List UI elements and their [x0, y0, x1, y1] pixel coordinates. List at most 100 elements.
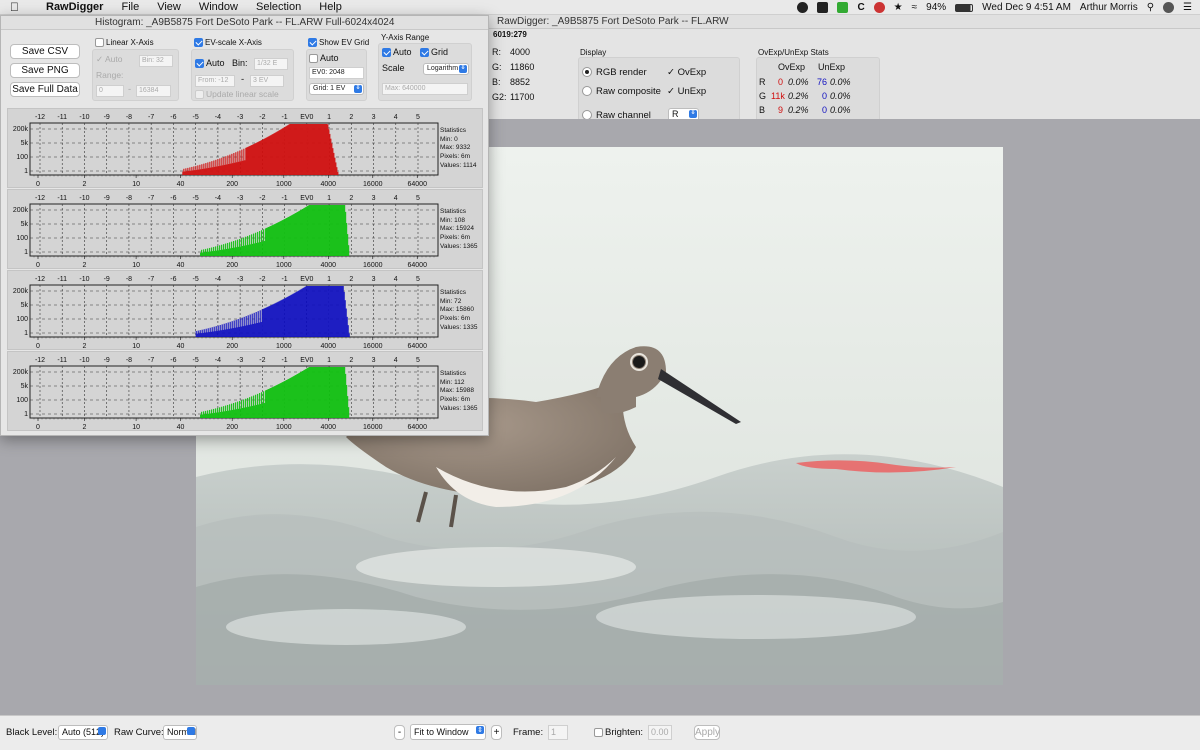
- ev-grid-auto-label: Auto: [320, 53, 339, 63]
- user-name[interactable]: Arthur Morris: [1080, 2, 1138, 13]
- status-app-icon[interactable]: [817, 2, 829, 13]
- linear-range-from[interactable]: 0: [96, 85, 124, 97]
- ovexp-label: OvExp: [677, 67, 707, 78]
- menu-selection[interactable]: Selection: [256, 1, 301, 13]
- histogram-panel-b[interactable]: -12 -11 -10 -9 -8 -7 -6 -5 -4 -3 -2 -1 EV0 1 2 3 4 5 200k 5…: [7, 270, 483, 350]
- linear-bin-field[interactable]: Bin: 32: [139, 55, 173, 67]
- histogram-bar: [301, 124, 303, 175]
- histogram-panel-g[interactable]: -12 -11 -10 -9 -8 -7 -6 -5 -4 -3 -2 -1 EV0 1 2 3 4 5 200k 5…: [7, 189, 483, 269]
- menu-help[interactable]: Help: [319, 1, 342, 13]
- main-window-title: RawDigger: _A9B5875 Fort DeSoto Park -- …: [497, 16, 729, 27]
- histogram-bar: [266, 307, 268, 337]
- ovexp-checkbox[interactable]: ✓ OvExp: [667, 67, 706, 78]
- ev-auto-checkbox[interactable]: Auto: [195, 58, 225, 69]
- linear-x-checkbox[interactable]: Linear X-Axis: [95, 38, 154, 48]
- stats-title: Statistics: [440, 127, 467, 134]
- menu-view[interactable]: View: [157, 1, 181, 13]
- x-tick-label: 10: [132, 424, 140, 431]
- battery-icon[interactable]: [955, 3, 974, 12]
- y-grid-checkbox[interactable]: Grid: [420, 47, 448, 58]
- histogram-bar: [316, 124, 318, 175]
- save-png-button[interactable]: Save PNG: [10, 63, 80, 78]
- clock[interactable]: Wed Dec 9 4:51 AM: [982, 2, 1071, 13]
- ev-grid-auto-checkbox[interactable]: Auto: [309, 53, 339, 64]
- bluetooth-icon[interactable]: ★: [894, 2, 903, 13]
- histogram-bar: [327, 286, 329, 337]
- y-max-field[interactable]: Max: 640000: [382, 83, 468, 95]
- control-center-icon[interactable]: [1163, 2, 1175, 13]
- ev-x-checkbox[interactable]: EV-scale X-Axis: [194, 38, 262, 48]
- histogram-bar: [245, 316, 247, 337]
- histogram-panel-r[interactable]: -12 -11 -10 -9 -8 -7 -6 -5 -4 -3 -2 -1 EV0 1 2 3 4 5 200k 5…: [7, 108, 483, 188]
- pixel-g-value: 11860: [510, 62, 535, 72]
- s-app-icon[interactable]: [837, 2, 849, 13]
- ev-from-field[interactable]: From: -12: [195, 75, 235, 87]
- brighten-field[interactable]: 0.00: [648, 725, 672, 740]
- search-icon[interactable]: ⚲: [1147, 2, 1154, 13]
- histogram-bar: [282, 128, 284, 175]
- rgb-render-radio[interactable]: RGB render: [582, 67, 647, 78]
- update-linear-checkbox[interactable]: Update linear scale: [195, 89, 279, 100]
- histogram-bar: [305, 207, 307, 256]
- histogram-plot: -12 -11 -10 -9 -8 -7 -6 -5 -4 -3 -2 -1 EV0 1 2 3 4 5 200k 5…: [13, 357, 439, 431]
- histogram-bar: [329, 205, 331, 256]
- ev-bin-field[interactable]: 1/32 E: [254, 58, 288, 70]
- ev-tick-label: -8: [126, 195, 132, 202]
- histogram-bar: [266, 389, 268, 418]
- histogram-bar: [205, 410, 207, 418]
- ev-to-field[interactable]: 3 EV: [250, 75, 284, 87]
- ev0-field[interactable]: EV0: 2048: [309, 67, 364, 79]
- histogram-bar: [235, 240, 237, 256]
- histogram-bar: [295, 375, 297, 418]
- histogram-bar: [201, 411, 203, 418]
- zoom-in-button[interactable]: +: [491, 725, 502, 740]
- brighten-checkbox[interactable]: Brighten:: [594, 727, 643, 738]
- frame-field[interactable]: 1: [548, 725, 568, 740]
- malwarebytes-icon[interactable]: [797, 2, 809, 13]
- histogram-bar: [278, 301, 280, 337]
- histogram-bar: [343, 205, 345, 256]
- zoom-select[interactable]: Fit to Window ⇕: [410, 724, 486, 740]
- histogram-bar: [301, 371, 303, 418]
- creative-cloud-icon[interactable]: [873, 2, 885, 13]
- histogram-bar: [212, 167, 214, 175]
- histogram-bar: [199, 330, 201, 337]
- histogram-bar: [284, 219, 286, 256]
- save-full-data-button[interactable]: Save Full Data: [10, 82, 80, 97]
- histogram-bar: [270, 135, 272, 175]
- y-scale-select[interactable]: Logarithm ⇕: [423, 63, 469, 75]
- apply-button[interactable]: Apply: [694, 725, 720, 740]
- histogram-bar: [194, 170, 196, 175]
- histogram-panel-g2[interactable]: -12 -11 -10 -9 -8 -7 -6 -5 -4 -3 -2 -1 EV0 1 2 3 4 5 200k 5…: [7, 351, 483, 431]
- zoom-out-button[interactable]: -: [394, 725, 405, 740]
- apple-icon[interactable]: : [10, 0, 24, 14]
- y-auto-checkbox[interactable]: Auto: [382, 47, 412, 58]
- histogram-bar: [203, 163, 205, 175]
- menu-file[interactable]: File: [121, 1, 139, 13]
- histogram-titlebar[interactable]: Histogram: _A9B5875 Fort DeSoto Park -- …: [1, 16, 488, 30]
- y-tick-label: 100: [16, 316, 28, 323]
- histogram-window[interactable]: Histogram: _A9B5875 Fort DeSoto Park -- …: [0, 15, 489, 436]
- save-csv-button[interactable]: Save CSV: [10, 44, 80, 59]
- linear-range-to[interactable]: 16384: [136, 85, 171, 97]
- show-ev-grid-checkbox[interactable]: Show EV Grid: [308, 38, 369, 48]
- unexp-checkbox[interactable]: ✓ UnExp: [667, 86, 706, 97]
- raw-curve-select[interactable]: Normal: [163, 725, 197, 740]
- histogram-bar: [253, 144, 255, 175]
- black-level-select[interactable]: Auto (512): [58, 725, 108, 740]
- menu-list-icon[interactable]: ☰: [1183, 2, 1192, 13]
- histogram-bar: [218, 330, 220, 337]
- c-app-icon[interactable]: C: [857, 2, 864, 13]
- battery-percent[interactable]: 94%: [926, 2, 946, 13]
- histogram-bar: [210, 251, 212, 256]
- histogram-bar: [246, 407, 248, 418]
- wifi-icon[interactable]: ≈: [912, 2, 918, 13]
- histogram-bar: [242, 326, 244, 337]
- raw-composite-radio[interactable]: Raw composite: [582, 86, 661, 97]
- menu-window[interactable]: Window: [199, 1, 238, 13]
- ev-grid-select[interactable]: Grid: 1 EV ⇕: [309, 83, 364, 95]
- menu-app-name[interactable]: RawDigger: [46, 1, 103, 13]
- stats-title: Statistics: [440, 289, 467, 296]
- histogram-bar: [306, 206, 308, 256]
- linear-auto-checkbox[interactable]: ✓ Auto: [96, 54, 123, 65]
